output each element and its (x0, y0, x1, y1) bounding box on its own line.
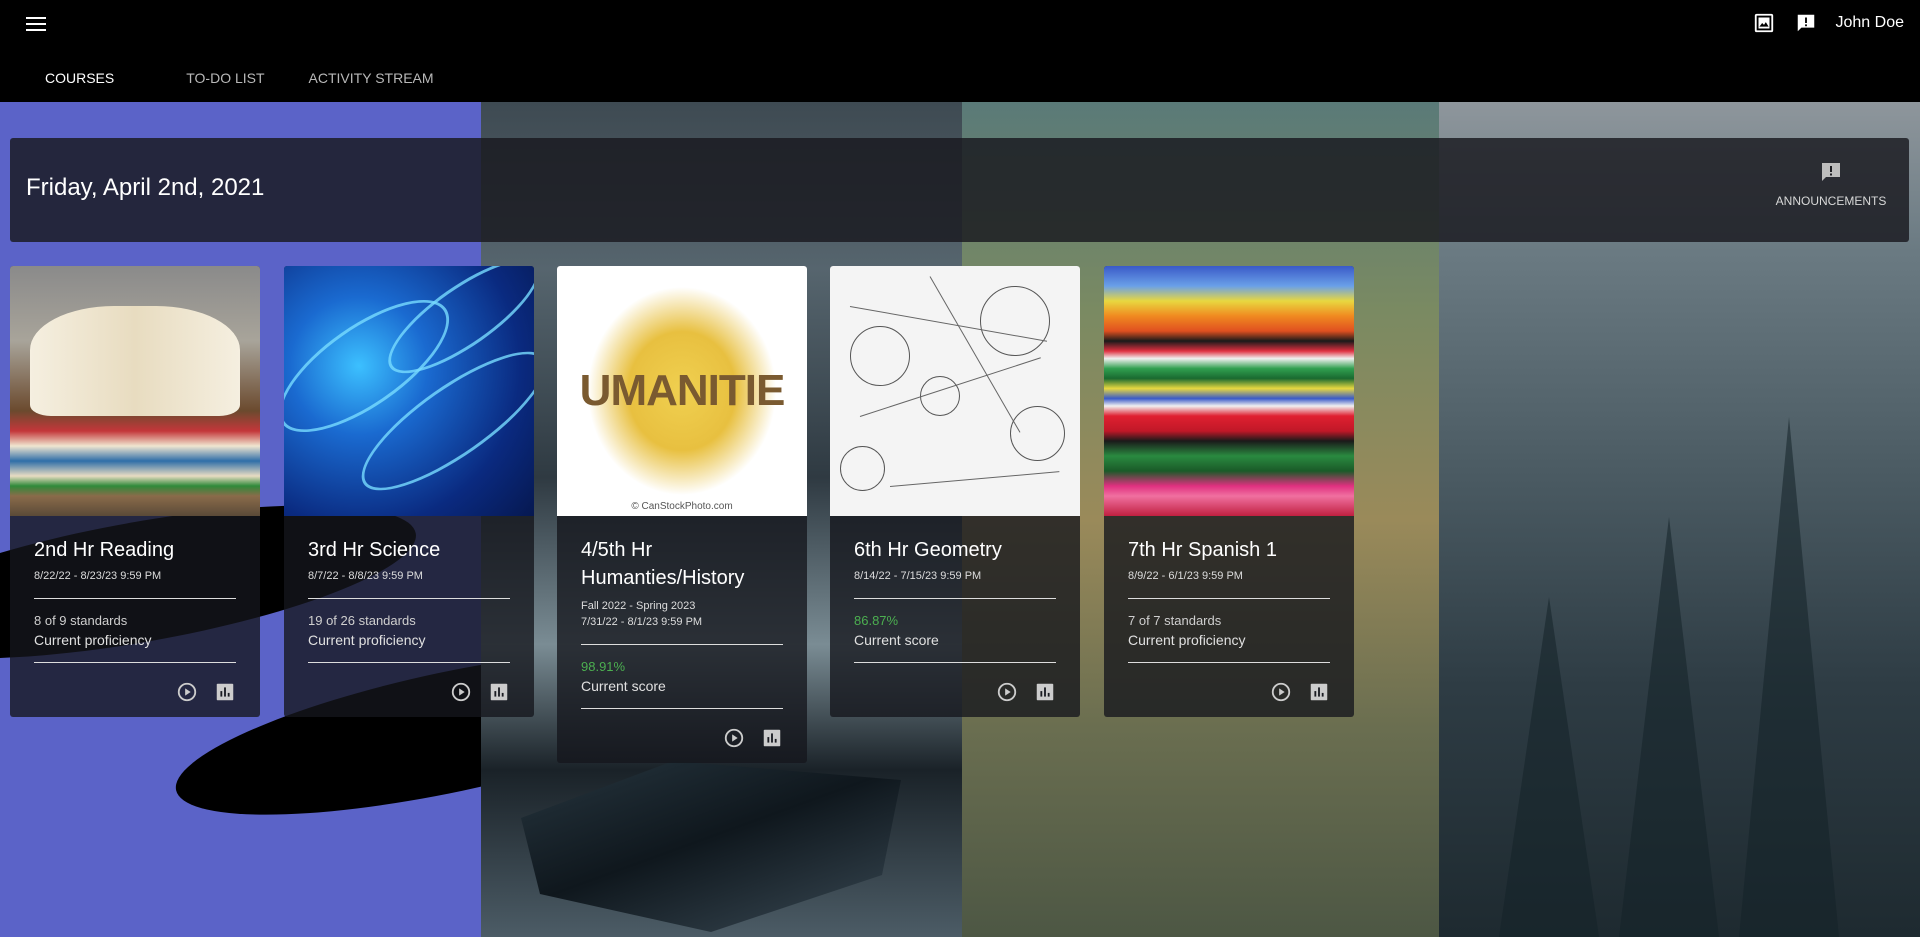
bar-chart-icon[interactable] (761, 727, 783, 749)
course-dates: 8/9/22 - 6/1/23 9:59 PM (1128, 570, 1243, 582)
divider (308, 598, 510, 599)
course-stat-label: Current proficiency (308, 632, 426, 648)
alert-icon[interactable] (1794, 11, 1818, 35)
date-banner: Friday, April 2nd, 2021 ANNOUNCEMENTS (10, 138, 1909, 242)
divider (854, 662, 1056, 663)
background-tree (1739, 417, 1839, 937)
course-card[interactable]: UMANITIE © CanStockPhoto.com 4/5th Hr Hu… (557, 266, 807, 763)
course-title[interactable]: 6th Hr Geometry (854, 536, 1056, 564)
current-date: Friday, April 2nd, 2021 (26, 174, 265, 201)
play-circle-icon[interactable] (996, 681, 1018, 703)
announcements-button[interactable]: ANNOUNCEMENTS (1775, 160, 1887, 208)
top-right-actions: John Doe (1752, 10, 1905, 36)
divider (854, 598, 1056, 599)
course-stat-value: 7 of 7 standards (1128, 613, 1222, 628)
bar-chart-icon[interactable] (1308, 681, 1330, 703)
top-bar: John Doe COURSES TO-DO LIST ACTIVITY STR… (0, 0, 1920, 102)
course-title[interactable]: 7th Hr Spanish 1 (1128, 536, 1330, 564)
course-thumbnail (284, 266, 534, 516)
tab-activity-stream[interactable]: ACTIVITY STREAM (287, 60, 456, 96)
background-tree (1619, 517, 1719, 937)
announcement-icon (1819, 160, 1843, 184)
bar-chart-icon[interactable] (1034, 681, 1056, 703)
course-stat-value: 19 of 26 standards (308, 613, 416, 628)
course-thumbnail: UMANITIE © CanStockPhoto.com (557, 266, 807, 516)
course-title[interactable]: 2nd Hr Reading (34, 536, 236, 564)
thumbnail-word: UMANITIE (579, 366, 786, 415)
course-dates: 8/7/22 - 8/8/23 9:59 PM (308, 570, 423, 582)
tab-todo-list[interactable]: TO-DO LIST (164, 60, 286, 96)
menu-icon[interactable] (22, 10, 50, 38)
course-thumbnail (10, 266, 260, 516)
wallpaper-icon[interactable] (1752, 11, 1776, 35)
course-dates: 8/14/22 - 7/15/23 9:59 PM (854, 570, 982, 582)
course-dates: 7/31/22 - 8/1/23 9:59 PM (581, 616, 703, 628)
tab-courses[interactable]: COURSES (0, 60, 164, 96)
play-circle-icon[interactable] (1270, 681, 1292, 703)
course-stat-label: Current proficiency (34, 632, 152, 648)
play-circle-icon[interactable] (450, 681, 472, 703)
divider (581, 708, 783, 709)
background-spaceship (521, 761, 901, 932)
course-thumbnail (830, 266, 1080, 516)
course-stat-value: 8 of 9 standards (34, 613, 128, 628)
play-circle-icon[interactable] (723, 727, 745, 749)
course-card[interactable]: 7th Hr Spanish 1 8/9/22 - 6/1/23 9:59 PM… (1104, 266, 1354, 717)
thumbnail-credit: © CanStockPhoto.com (631, 501, 733, 512)
course-dates: 8/22/22 - 8/23/23 9:59 PM (34, 570, 162, 582)
course-stat-label: Current score (854, 632, 939, 648)
course-stat-value: 98.91% (581, 659, 626, 674)
divider (581, 644, 783, 645)
divider (308, 662, 510, 663)
course-card[interactable]: 3rd Hr Science 8/7/22 - 8/8/23 9:59 PM 1… (284, 266, 534, 717)
user-name[interactable]: John Doe (1836, 14, 1905, 32)
divider (1128, 662, 1330, 663)
course-stat-label: Current score (581, 678, 666, 694)
course-title[interactable]: 4/5th Hr Humanties/History (581, 536, 783, 592)
divider (34, 598, 236, 599)
divider (1128, 598, 1330, 599)
announcements-label: ANNOUNCEMENTS (1775, 194, 1887, 208)
play-circle-icon[interactable] (176, 681, 198, 703)
course-card[interactable]: 2nd Hr Reading 8/22/22 - 8/23/23 9:59 PM… (10, 266, 260, 717)
bar-chart-icon[interactable] (214, 681, 236, 703)
main-tabs: COURSES TO-DO LIST ACTIVITY STREAM (0, 60, 456, 96)
divider (34, 662, 236, 663)
course-term: Fall 2022 - Spring 2023 (581, 600, 696, 612)
course-stat-value: 86.87% (854, 613, 899, 628)
course-card[interactable]: 6th Hr Geometry 8/14/22 - 7/15/23 9:59 P… (830, 266, 1080, 717)
course-thumbnail (1104, 266, 1354, 516)
course-stat-label: Current proficiency (1128, 632, 1246, 648)
bar-chart-icon[interactable] (488, 681, 510, 703)
background-tree (1499, 597, 1599, 937)
course-title[interactable]: 3rd Hr Science (308, 536, 510, 564)
